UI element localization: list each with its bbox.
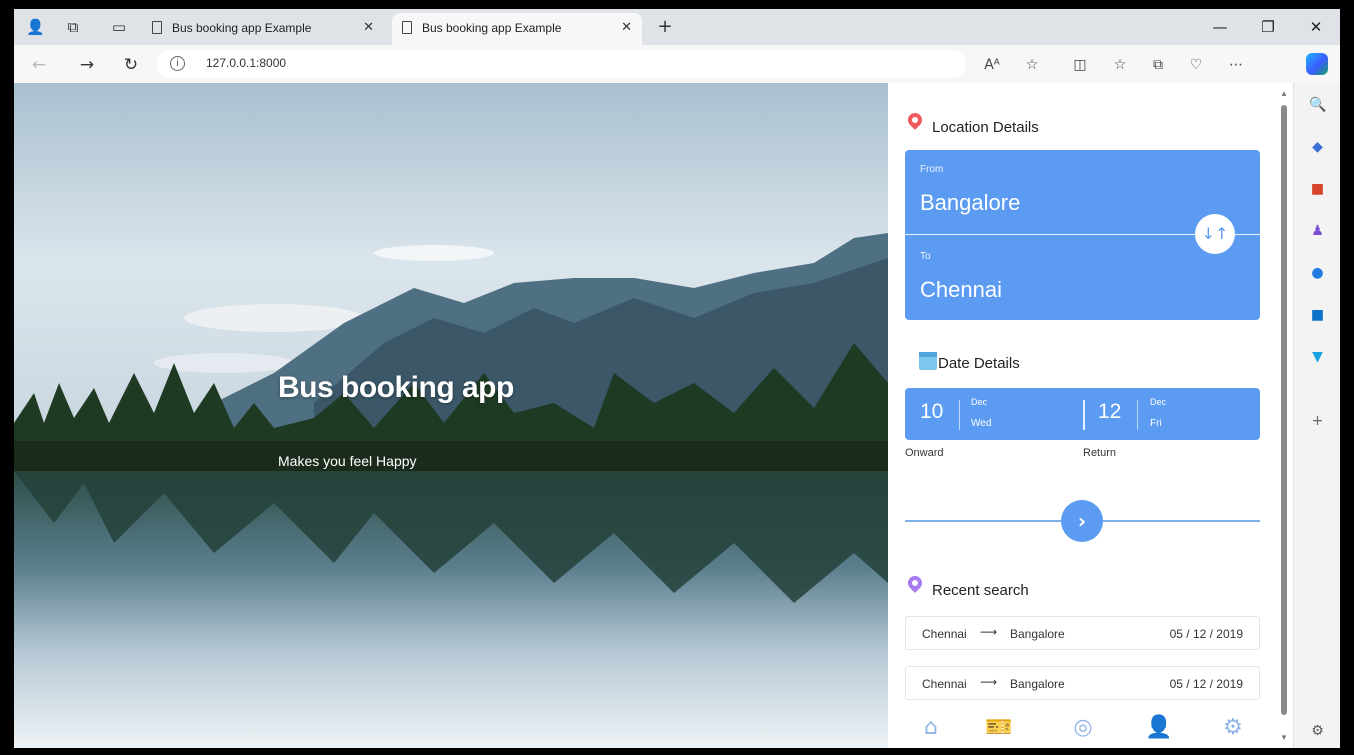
favorite-star-icon[interactable]: ☆ bbox=[1022, 55, 1042, 75]
favorites-icon[interactable]: ☆ bbox=[1110, 55, 1130, 75]
onward-label: Onward bbox=[905, 447, 944, 459]
browser-essentials-icon[interactable]: ♡ bbox=[1186, 55, 1206, 75]
booking-panel: Location Details From Bangalore To Chenn… bbox=[888, 83, 1277, 748]
tab-2[interactable]: Bus booking app Example ✕ bbox=[392, 13, 642, 45]
scroll-down-icon[interactable]: ▼ bbox=[1280, 733, 1288, 742]
arrow-right-icon: ⟶ bbox=[980, 625, 998, 639]
tab-1[interactable]: Bus booking app Example ✕ bbox=[142, 13, 384, 45]
browser-window: 👤 ⧉ ▭ Bus booking app Example ✕ Bus book… bbox=[14, 9, 1340, 748]
edge-sidebar: 🔍 ◆ ■ ♟ ● ■ ▼ + ⚙ bbox=[1293, 83, 1340, 748]
close-window-button[interactable]: ✕ bbox=[1294, 13, 1338, 41]
workspaces-icon[interactable]: ⧉ bbox=[64, 18, 82, 36]
arrow-right-icon: ⟶ bbox=[980, 675, 998, 689]
scroll-up-icon[interactable]: ▲ bbox=[1280, 89, 1288, 98]
scroll-thumb[interactable] bbox=[1281, 105, 1287, 715]
calendar-icon bbox=[919, 352, 937, 370]
site-info-icon[interactable]: i bbox=[170, 56, 185, 71]
close-tab-icon[interactable]: ✕ bbox=[621, 13, 632, 43]
copilot-icon[interactable] bbox=[1306, 53, 1328, 75]
onward-day: 10 bbox=[920, 400, 944, 423]
navigation-bar: ← → ↻ i 127.0.0.1:8000 Aᴬ ☆ ◫ ☆ ⧉ ♡ ⋯ bbox=[14, 45, 1340, 83]
tab-actions-icon[interactable]: ▭ bbox=[110, 18, 128, 36]
to-label: To bbox=[920, 251, 931, 262]
tab-title: Bus booking app Example bbox=[172, 21, 312, 35]
hero-subtitle: Makes you feel Happy bbox=[278, 453, 417, 469]
close-tab-icon[interactable]: ✕ bbox=[363, 13, 374, 43]
recent-from: Chennai bbox=[922, 627, 967, 641]
recent-date: 05 / 12 / 2019 bbox=[1169, 677, 1243, 691]
settings-gear-icon[interactable]: ⚙ bbox=[1218, 713, 1248, 743]
microsoft-365-icon[interactable]: ● bbox=[1309, 265, 1326, 282]
hero-title: Bus booking app bbox=[278, 371, 514, 404]
page-icon bbox=[152, 21, 162, 34]
refresh-icon[interactable]: ↻ bbox=[120, 54, 142, 76]
add-sidebar-app-icon[interactable]: + bbox=[1309, 413, 1326, 430]
date-details-title: Date Details bbox=[938, 355, 1020, 372]
page-scrollbar[interactable]: ▲ ▼ bbox=[1277, 83, 1293, 748]
to-city[interactable]: Chennai bbox=[920, 277, 1002, 303]
recent-from: Chennai bbox=[922, 677, 967, 691]
shopping-tag-icon[interactable]: ◆ bbox=[1309, 139, 1326, 156]
url-text: 127.0.0.1:8000 bbox=[206, 56, 287, 70]
page-icon bbox=[402, 21, 412, 34]
swap-locations-icon[interactable]: ↓↑ bbox=[1195, 214, 1235, 254]
tab-title: Bus booking app Example bbox=[422, 21, 562, 35]
minimize-button[interactable]: — bbox=[1198, 13, 1242, 41]
return-month: Dec bbox=[1150, 397, 1167, 407]
title-bar: 👤 ⧉ ▭ Bus booking app Example ✕ Bus book… bbox=[14, 9, 1340, 45]
date-separator bbox=[1137, 400, 1138, 430]
return-day: 12 bbox=[1098, 400, 1122, 423]
home-icon[interactable]: ⌂ bbox=[916, 713, 946, 743]
recent-search-item[interactable]: Chennai ⟶ Bangalore 05 / 12 / 2019 bbox=[905, 616, 1260, 650]
outlook-icon[interactable]: ■ bbox=[1309, 307, 1326, 324]
games-icon[interactable]: ♟ bbox=[1309, 223, 1326, 240]
new-tab-icon[interactable]: + bbox=[656, 18, 674, 36]
support-agent-icon[interactable]: 👤 bbox=[1144, 713, 1174, 743]
address-bar[interactable]: i 127.0.0.1:8000 bbox=[156, 50, 966, 78]
back-icon[interactable]: ← bbox=[28, 54, 50, 76]
landscape-illustration bbox=[14, 83, 888, 748]
search-icon[interactable]: 🔍 bbox=[1309, 97, 1326, 114]
return-weekday: Fri bbox=[1150, 418, 1162, 429]
recent-to: Bangalore bbox=[1010, 677, 1065, 691]
sidebar-settings-icon[interactable]: ⚙ bbox=[1309, 723, 1326, 740]
from-city[interactable]: Bangalore bbox=[920, 190, 1020, 216]
recent-date: 05 / 12 / 2019 bbox=[1169, 627, 1243, 641]
profile-icon[interactable]: 👤 bbox=[26, 18, 45, 36]
location-card: From Bangalore To Chennai ↓↑ bbox=[905, 150, 1260, 320]
date-card-divider bbox=[1083, 400, 1085, 430]
hero-banner: Bus booking app Makes you feel Happy bbox=[14, 83, 888, 748]
from-label: From bbox=[920, 164, 944, 175]
recent-pin-icon bbox=[905, 573, 925, 593]
location-details-title: Location Details bbox=[932, 119, 1039, 136]
location-pin-icon bbox=[905, 110, 925, 130]
onward-weekday: Wed bbox=[971, 418, 992, 429]
forward-icon[interactable]: → bbox=[76, 54, 98, 76]
recent-to: Bangalore bbox=[1010, 627, 1065, 641]
date-separator bbox=[959, 400, 960, 430]
profile-circle-icon[interactable]: ◎ bbox=[1068, 713, 1098, 743]
ticket-icon[interactable]: 🎫 bbox=[984, 713, 1014, 743]
date-card: 10 Dec Wed 12 Dec Fri bbox=[905, 388, 1260, 440]
more-options-icon[interactable]: ⋯ bbox=[1226, 55, 1246, 75]
collections-icon[interactable]: ⧉ bbox=[1148, 55, 1168, 75]
recent-search-item[interactable]: Chennai ⟶ Bangalore 05 / 12 / 2019 bbox=[905, 666, 1260, 700]
onward-month: Dec bbox=[971, 397, 988, 407]
return-label: Return bbox=[1083, 447, 1117, 459]
restore-button[interactable]: ❐ bbox=[1246, 13, 1290, 41]
drop-icon[interactable]: ▼ bbox=[1309, 349, 1326, 366]
recent-search-title: Recent search bbox=[932, 582, 1029, 599]
split-screen-icon[interactable]: ◫ bbox=[1070, 55, 1090, 75]
search-go-button[interactable]: › bbox=[1061, 500, 1103, 542]
read-aloud-icon[interactable]: Aᴬ bbox=[982, 55, 1002, 75]
tools-briefcase-icon[interactable]: ■ bbox=[1309, 181, 1326, 198]
